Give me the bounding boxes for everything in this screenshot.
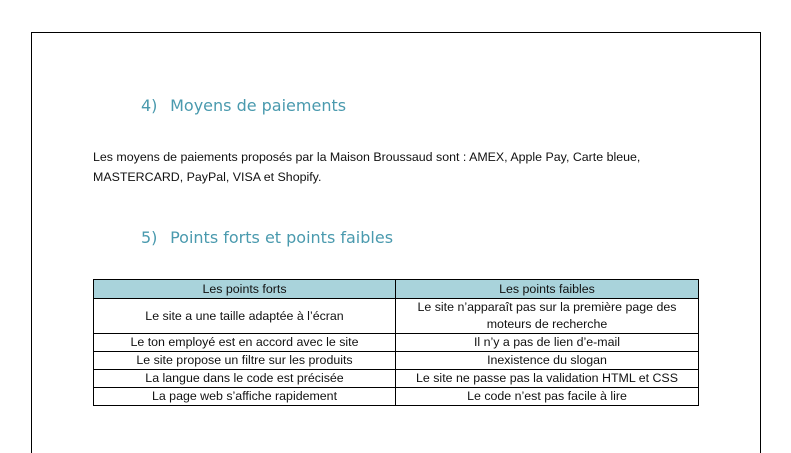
cell-strength: La page web s’affiche rapidement xyxy=(93,387,396,406)
section-title: Points forts et points faibles xyxy=(170,228,394,247)
header-strengths: Les points forts xyxy=(93,279,396,299)
cell-weakness: Le site n’apparaît pas sur la première p… xyxy=(395,298,699,334)
section-heading-payments: 4) Moyens de paiements xyxy=(141,96,346,115)
table-row: Le site a une taille adaptée à l’écran L… xyxy=(93,298,699,334)
cell-strength: Le ton employé est en accord avec le sit… xyxy=(93,333,396,352)
cell-strength: Le site propose un filtre sur les produi… xyxy=(93,351,396,370)
cell-weakness: Le site ne passe pas la validation HTML … xyxy=(395,369,699,388)
table-row: La langue dans le code est précisée Le s… xyxy=(93,369,699,388)
cell-weakness: Inexistence du slogan xyxy=(395,351,699,370)
section-title: Moyens de paiements xyxy=(170,96,347,115)
paragraph-line: MASTERCARD, PayPal, VISA et Shopify. xyxy=(93,170,322,184)
section-number: 4) xyxy=(141,96,158,115)
table-row: Le ton employé est en accord avec le sit… xyxy=(93,333,699,352)
cell-strength: Le site a une taille adaptée à l’écran xyxy=(93,298,396,334)
payments-paragraph: Les moyens de paiements proposés par la … xyxy=(93,147,693,187)
document-page: 4) Moyens de paiements Les moyens de pai… xyxy=(31,32,761,453)
paragraph-line: Les moyens de paiements proposés par la … xyxy=(93,150,641,164)
cell-strength: La langue dans le code est précisée xyxy=(93,369,396,388)
header-weaknesses: Les points faibles xyxy=(395,279,699,299)
table-header-row: Les points forts Les points faibles xyxy=(93,279,699,299)
table-row: La page web s’affiche rapidement Le code… xyxy=(93,387,699,406)
section-heading-strengths-weaknesses: 5) Points forts et points faibles xyxy=(141,228,393,247)
table-row: Le site propose un filtre sur les produi… xyxy=(93,351,699,370)
strengths-weaknesses-table: Les points forts Les points faibles Le s… xyxy=(93,279,699,406)
cell-weakness: Le code n’est pas facile à lire xyxy=(395,387,699,406)
cell-weakness: Il n’y a pas de lien d’e-mail xyxy=(395,333,699,352)
section-number: 5) xyxy=(141,228,158,247)
